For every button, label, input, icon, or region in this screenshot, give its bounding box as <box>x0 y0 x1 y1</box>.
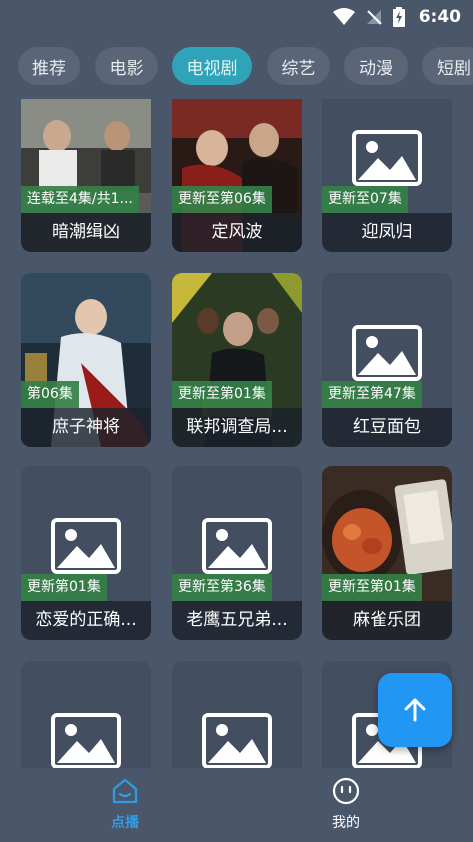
video-card[interactable]: 连载至4集/共1... 暗潮缉凶 <box>21 99 151 252</box>
home-icon <box>112 778 138 804</box>
scroll-to-top-button[interactable] <box>378 673 452 747</box>
image-placeholder-icon <box>352 130 422 186</box>
nav-item-vod[interactable]: 点播 <box>80 776 170 836</box>
video-card[interactable]: 更新至第47集 红豆面包 <box>322 273 452 447</box>
episode-badge: 更新第01集 <box>21 574 107 601</box>
card-title: 老鹰五兄弟... <box>172 601 302 640</box>
image-placeholder-icon <box>202 713 272 768</box>
category-tabs: 推荐 电影 电视剧 综艺 动漫 短剧 <box>0 47 473 87</box>
image-placeholder-icon <box>202 518 272 574</box>
video-card[interactable] <box>21 661 151 768</box>
no-signal-icon <box>366 10 382 25</box>
episode-badge: 第06集 <box>21 381 79 408</box>
tab-recommend[interactable]: 推荐 <box>18 47 80 85</box>
video-card[interactable] <box>172 661 302 768</box>
tab-tv-series[interactable]: 电视剧 <box>172 47 252 85</box>
episode-badge: 更新至第01集 <box>172 381 272 408</box>
episode-badge: 更新至第47集 <box>322 381 422 408</box>
video-card[interactable]: 更新至第36集 老鹰五兄弟... <box>172 466 302 640</box>
card-title: 联邦调查局... <box>172 408 302 447</box>
smiley-icon <box>332 777 360 805</box>
nav-label: 我的 <box>332 815 360 831</box>
image-placeholder-icon <box>51 713 121 768</box>
card-title: 暗潮缉凶 <box>21 213 151 252</box>
battery-charging-icon <box>392 7 405 27</box>
card-title: 恋爱的正确... <box>21 601 151 640</box>
nav-label: 点播 <box>111 815 139 831</box>
video-card[interactable]: 更新第01集 恋爱的正确... <box>21 466 151 640</box>
image-placeholder-icon <box>352 325 422 381</box>
card-title: 麻雀乐团 <box>322 601 452 640</box>
card-title: 定风波 <box>172 213 302 252</box>
card-title: 红豆面包 <box>322 408 452 447</box>
episode-badge: 连载至4集/共1... <box>21 186 139 213</box>
tab-movies[interactable]: 电影 <box>95 47 158 85</box>
episode-badge: 更新至第36集 <box>172 574 272 601</box>
episode-badge: 更新至第01集 <box>322 574 422 601</box>
wifi-icon <box>332 8 355 25</box>
tab-variety[interactable]: 综艺 <box>267 47 330 85</box>
episode-badge: 更新至07集 <box>322 186 408 213</box>
video-card[interactable]: 更新至第01集 麻雀乐团 <box>322 466 452 640</box>
status-time: 6:40 <box>418 7 461 27</box>
nav-item-mine[interactable]: 我的 <box>301 776 391 836</box>
video-card[interactable]: 更新至第06集 定风波 <box>172 99 302 252</box>
bottom-nav: 点播 我的 <box>0 768 473 842</box>
status-bar: 6:40 <box>0 0 473 34</box>
card-title: 庶子神将 <box>21 408 151 447</box>
content-grid: 连载至4集/共1... 暗潮缉凶 更新至第06集 定风波 更新至07集 迎凤归 <box>0 99 473 768</box>
arrow-up-icon <box>404 698 426 722</box>
tab-anime[interactable]: 动漫 <box>344 47 408 85</box>
card-title: 迎凤归 <box>322 213 452 252</box>
video-card[interactable]: 更新至07集 迎凤归 <box>322 99 452 252</box>
video-card[interactable]: 更新至第01集 联邦调查局... <box>172 273 302 447</box>
video-card[interactable]: 第06集 庶子神将 <box>21 273 151 447</box>
image-placeholder-icon <box>51 518 121 574</box>
episode-badge: 更新至第06集 <box>172 186 272 213</box>
tab-short-drama[interactable]: 短剧 <box>422 47 473 85</box>
